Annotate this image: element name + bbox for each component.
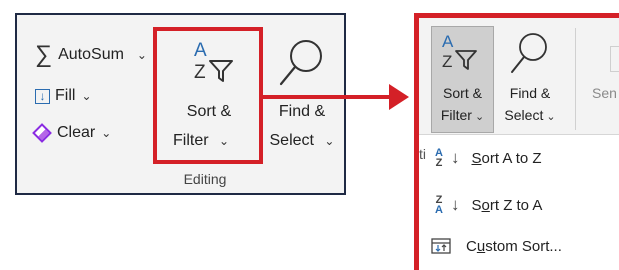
down-arrow-icon: ↓ xyxy=(451,195,460,214)
autosum-button[interactable]: ∑ AutoSum ⌄ xyxy=(35,43,147,67)
clear-button[interactable]: Clear ⌄ xyxy=(32,123,112,143)
sort-letter-a: A xyxy=(442,32,454,51)
funnel-icon xyxy=(455,50,477,70)
partial-icon xyxy=(610,46,619,72)
find-select-label-line2: Select ⌄ xyxy=(495,106,565,127)
sort-filter-label-line1: Sort & xyxy=(443,85,482,101)
custom-sort-label: stom Sort... xyxy=(485,237,562,255)
arrow-shaft xyxy=(263,95,391,99)
down-arrow-icon: ↓ xyxy=(451,148,460,167)
autosum-label: AutoSum xyxy=(58,46,124,63)
sort-filter-icon: A Z xyxy=(442,32,477,71)
find-select-button[interactable]: Find & Select ⌄ xyxy=(495,26,565,133)
menu-item-sort-a-to-z[interactable]: A Z ↓ Sort A to Z xyxy=(431,145,611,171)
ribbon-separator xyxy=(575,28,576,130)
sort-z-to-a-accelerator: o xyxy=(481,196,490,214)
ribbon-divider xyxy=(419,134,619,135)
chevron-down-icon: ⌄ xyxy=(324,134,335,148)
fill-label: Fill xyxy=(55,87,76,104)
sort-filter-text: Filter xyxy=(440,107,472,123)
partial-row-text: ti xyxy=(419,146,426,162)
find-select-text: Select xyxy=(269,132,314,149)
group-label-editing: Editing xyxy=(183,171,227,187)
highlight-box xyxy=(153,27,263,164)
magnifier-icon xyxy=(511,33,547,73)
chevron-down-icon: ⌄ xyxy=(81,89,92,103)
sigma-icon: ∑ xyxy=(35,41,53,68)
custom-sort-icon xyxy=(431,238,451,254)
sort-letter-z: Z xyxy=(442,52,452,71)
sort-a-to-z-accelerator: S xyxy=(471,149,482,167)
sort-a-to-z-icon: A Z xyxy=(435,147,443,169)
eraser-icon xyxy=(32,123,52,143)
magnifier-icon xyxy=(279,40,322,86)
sort-z-to-a-icon: Z A xyxy=(435,194,443,216)
chevron-down-icon: ⌄ xyxy=(474,111,485,123)
custom-sort-label-start: C xyxy=(466,237,477,255)
find-select-text: Select xyxy=(504,107,544,123)
menu-item-custom-sort[interactable]: Cu stom Sort... xyxy=(431,233,611,259)
chevron-down-icon: ⌄ xyxy=(136,48,147,62)
sort-z-to-a-label-start: S xyxy=(471,196,482,214)
fill-down-icon: ↓ xyxy=(35,88,50,104)
menu-item-sort-z-to-a[interactable]: Z A ↓ So rt Z to A xyxy=(431,192,611,218)
sort-a-to-z-label: ort A to Z xyxy=(481,149,542,167)
sort-filter-label-line2: Filter ⌄ xyxy=(431,106,494,127)
arrow-head-icon xyxy=(389,84,409,110)
custom-sort-accelerator: u xyxy=(476,237,486,255)
clear-label: Clear xyxy=(57,124,96,141)
find-select-label-line1: Find & xyxy=(509,85,551,101)
chevron-down-icon: ⌄ xyxy=(101,126,112,140)
partial-button-label: Sen xyxy=(592,85,617,101)
sort-z-to-a-label: rt Z to A xyxy=(489,196,543,214)
find-select-label-line2: Select ⌄ xyxy=(263,130,341,152)
find-select-label-line1: Find & xyxy=(278,103,326,120)
fill-button[interactable]: ↓ Fill ⌄ xyxy=(35,87,92,105)
chevron-down-icon: ⌄ xyxy=(546,111,556,123)
